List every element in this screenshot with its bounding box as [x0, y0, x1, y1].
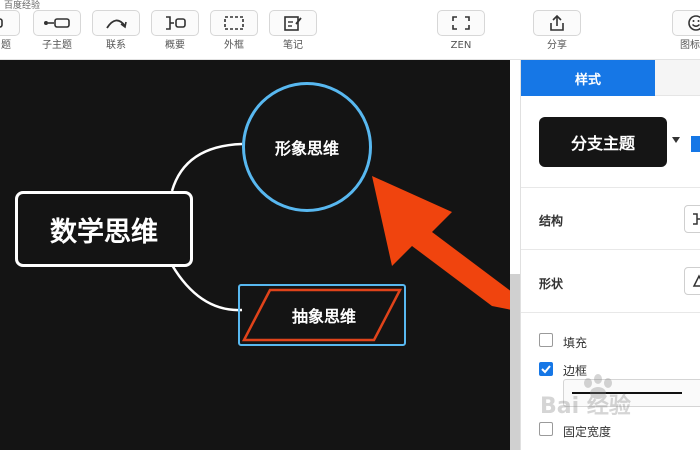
boundary-label: 外框: [224, 40, 244, 51]
structure-select[interactable]: [684, 205, 700, 233]
shape-label: 形状: [539, 277, 564, 291]
topic-button[interactable]: [0, 10, 20, 36]
theme-color-swatch[interactable]: [691, 136, 700, 152]
fill-label: 填充: [563, 336, 588, 350]
annotation-arrow: [372, 176, 510, 310]
structure-icon: [693, 213, 700, 225]
tab-style-label: 样式: [574, 72, 601, 88]
subtopic-button[interactable]: [33, 10, 81, 36]
relationship-button[interactable]: [92, 10, 140, 36]
toolbar-icon[interactable]: 图标: [672, 10, 700, 56]
share-icon: [550, 14, 564, 31]
share-label: 分享: [547, 40, 567, 51]
mindmap-canvas[interactable]: 数学思维 形象思维 抽象思维: [0, 60, 510, 450]
panel-tabs: 样式: [521, 60, 700, 96]
topic-icon: [0, 18, 3, 28]
icon-button[interactable]: [672, 10, 700, 36]
subtopic-label: 子主题: [42, 40, 72, 51]
note-icon: [284, 16, 302, 31]
smiley-icon: [688, 15, 700, 31]
icon-label: 图标: [680, 40, 700, 51]
zen-label: ZEN: [450, 40, 472, 51]
fixed-width-label: 固定宽度: [563, 425, 612, 439]
toolbar-subtopic[interactable]: 子主题: [33, 10, 81, 56]
canvas-scrollbar[interactable]: [510, 274, 520, 450]
divider: [521, 312, 700, 313]
tab-style[interactable]: 样式: [521, 60, 655, 96]
divider: [521, 249, 700, 250]
chevron-down-icon[interactable]: [672, 137, 680, 143]
toolbar-share[interactable]: 分享: [533, 10, 581, 56]
shape-icon: [692, 274, 700, 287]
relationship-label: 联系: [106, 40, 126, 51]
relationship-icon: [106, 19, 127, 29]
shape-select[interactable]: [684, 267, 700, 295]
toolbar-topic[interactable]: 题: [0, 10, 20, 56]
subtopic-icon: [44, 18, 70, 28]
toolbar-relationship[interactable]: 联系: [92, 10, 140, 56]
branch-theme-button[interactable]: 分支主题: [539, 117, 667, 167]
share-button[interactable]: [533, 10, 581, 36]
toolbar-zen[interactable]: ZEN: [437, 10, 485, 56]
fullscreen-icon: [452, 16, 470, 30]
zen-button[interactable]: [437, 10, 485, 36]
structure-label: 结构: [539, 214, 564, 228]
summary-icon: [166, 16, 186, 30]
watermark-text: Bai 经验: [540, 393, 631, 419]
toolbar-boundary[interactable]: 外框: [210, 10, 258, 56]
note-label: 笔记: [283, 40, 303, 51]
note-button[interactable]: [269, 10, 317, 36]
baidu-paw-logo: Bai 经验: [540, 374, 631, 419]
toolbar: 百度经验 题 子主题 联系 概要 外框 笔记 ZEN 分享 图标: [0, 0, 700, 60]
divider: [521, 187, 700, 188]
fill-checkbox[interactable]: [539, 333, 553, 347]
boundary-button[interactable]: [210, 10, 258, 36]
fixed-width-checkbox[interactable]: [539, 422, 553, 436]
boundary-icon: [224, 16, 244, 30]
branch-theme-label: 分支主题: [570, 134, 635, 153]
toolbar-note[interactable]: 笔记: [269, 10, 317, 56]
toolbar-summary[interactable]: 概要: [151, 10, 199, 56]
summary-label: 概要: [165, 40, 185, 51]
summary-button[interactable]: [151, 10, 199, 36]
baidu-watermark: Bai 经验: [540, 373, 680, 423]
